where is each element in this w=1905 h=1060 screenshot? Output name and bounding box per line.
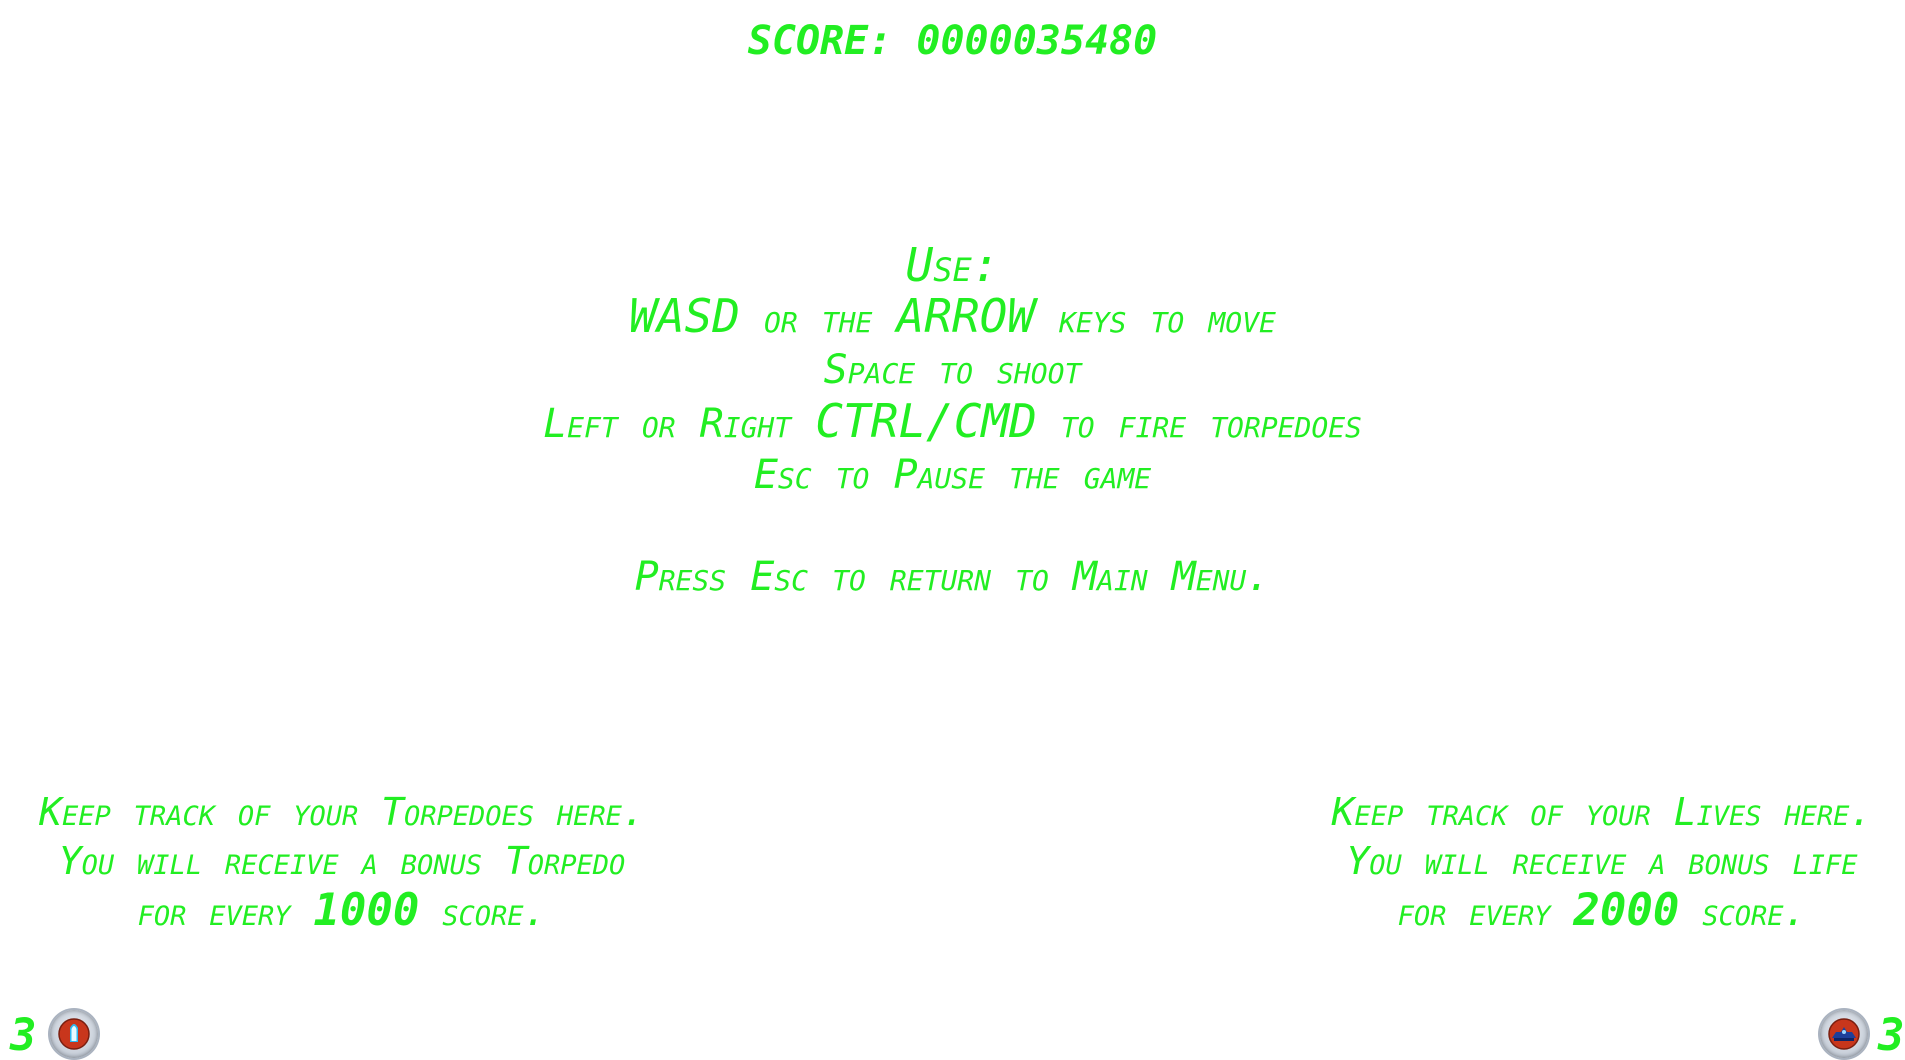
- instructions-shoot: Space to shoot: [823, 347, 1082, 393]
- lives-bonus-threshold: 2000: [1573, 885, 1680, 936]
- score-value: 0000035480: [916, 18, 1158, 64]
- torpedo-tip-line3-b: score.: [419, 890, 547, 934]
- move-text-2: keys to move: [1034, 296, 1276, 342]
- torpedo-bonus-threshold: 1000: [313, 885, 420, 936]
- lives-tip-line3-b: score.: [1679, 890, 1807, 934]
- torpedo-tip-line2: You will receive a bonus Torpedo: [58, 839, 626, 883]
- torpedo-text-2: to fire torpedoes: [1036, 401, 1362, 447]
- wasd-keys: WASD: [629, 289, 740, 343]
- instructions-heading: Use:: [905, 238, 1000, 292]
- lives-count: 3: [1878, 1010, 1905, 1060]
- torpedo-text-1: Left or Right: [543, 401, 816, 447]
- instructions-move: WASD or the ARROW keys to move: [0, 291, 1905, 345]
- torpedo-tip-line3: for every 1000 score.: [22, 886, 662, 937]
- torpedo-tip-line1: Keep track of your Torpedoes here.: [39, 790, 645, 834]
- lives-tip-line1: Keep track of your Lives here.: [1331, 790, 1873, 834]
- torpedo-tip: Keep track of your Torpedoes here. You w…: [22, 788, 662, 937]
- score-display: SCORE: 0000035480: [0, 18, 1905, 64]
- lives-tip-line2: You will receive a bonus life: [1346, 839, 1858, 883]
- instructions-torpedo: Left or Right CTRL/CMD to fire torpedoes: [0, 396, 1905, 450]
- ctrl-cmd-keys: CTRL/CMD: [815, 394, 1037, 448]
- torpedo-count: 3: [10, 1010, 37, 1060]
- ship-life-icon: [1820, 1010, 1868, 1058]
- lives-tip: Keep track of your Lives here. You will …: [1282, 788, 1905, 937]
- lives-tip-line3-a: for every: [1397, 890, 1574, 934]
- instructions-pause: Esc to Pause the game: [753, 452, 1152, 498]
- score-label: SCORE:: [747, 18, 893, 64]
- arrow-keys: ARROW: [896, 289, 1035, 343]
- controls-instructions: Use: WASD or the ARROW keys to move Spac…: [0, 240, 1905, 603]
- lives-tip-line3: for every 2000 score.: [1282, 886, 1905, 937]
- move-text-1: or the: [739, 296, 897, 342]
- torpedo-tip-line3-a: for every: [137, 890, 314, 934]
- torpedo-icon: [50, 1010, 98, 1058]
- return-to-menu-hint: Press Esc to return to Main Menu.: [634, 554, 1271, 600]
